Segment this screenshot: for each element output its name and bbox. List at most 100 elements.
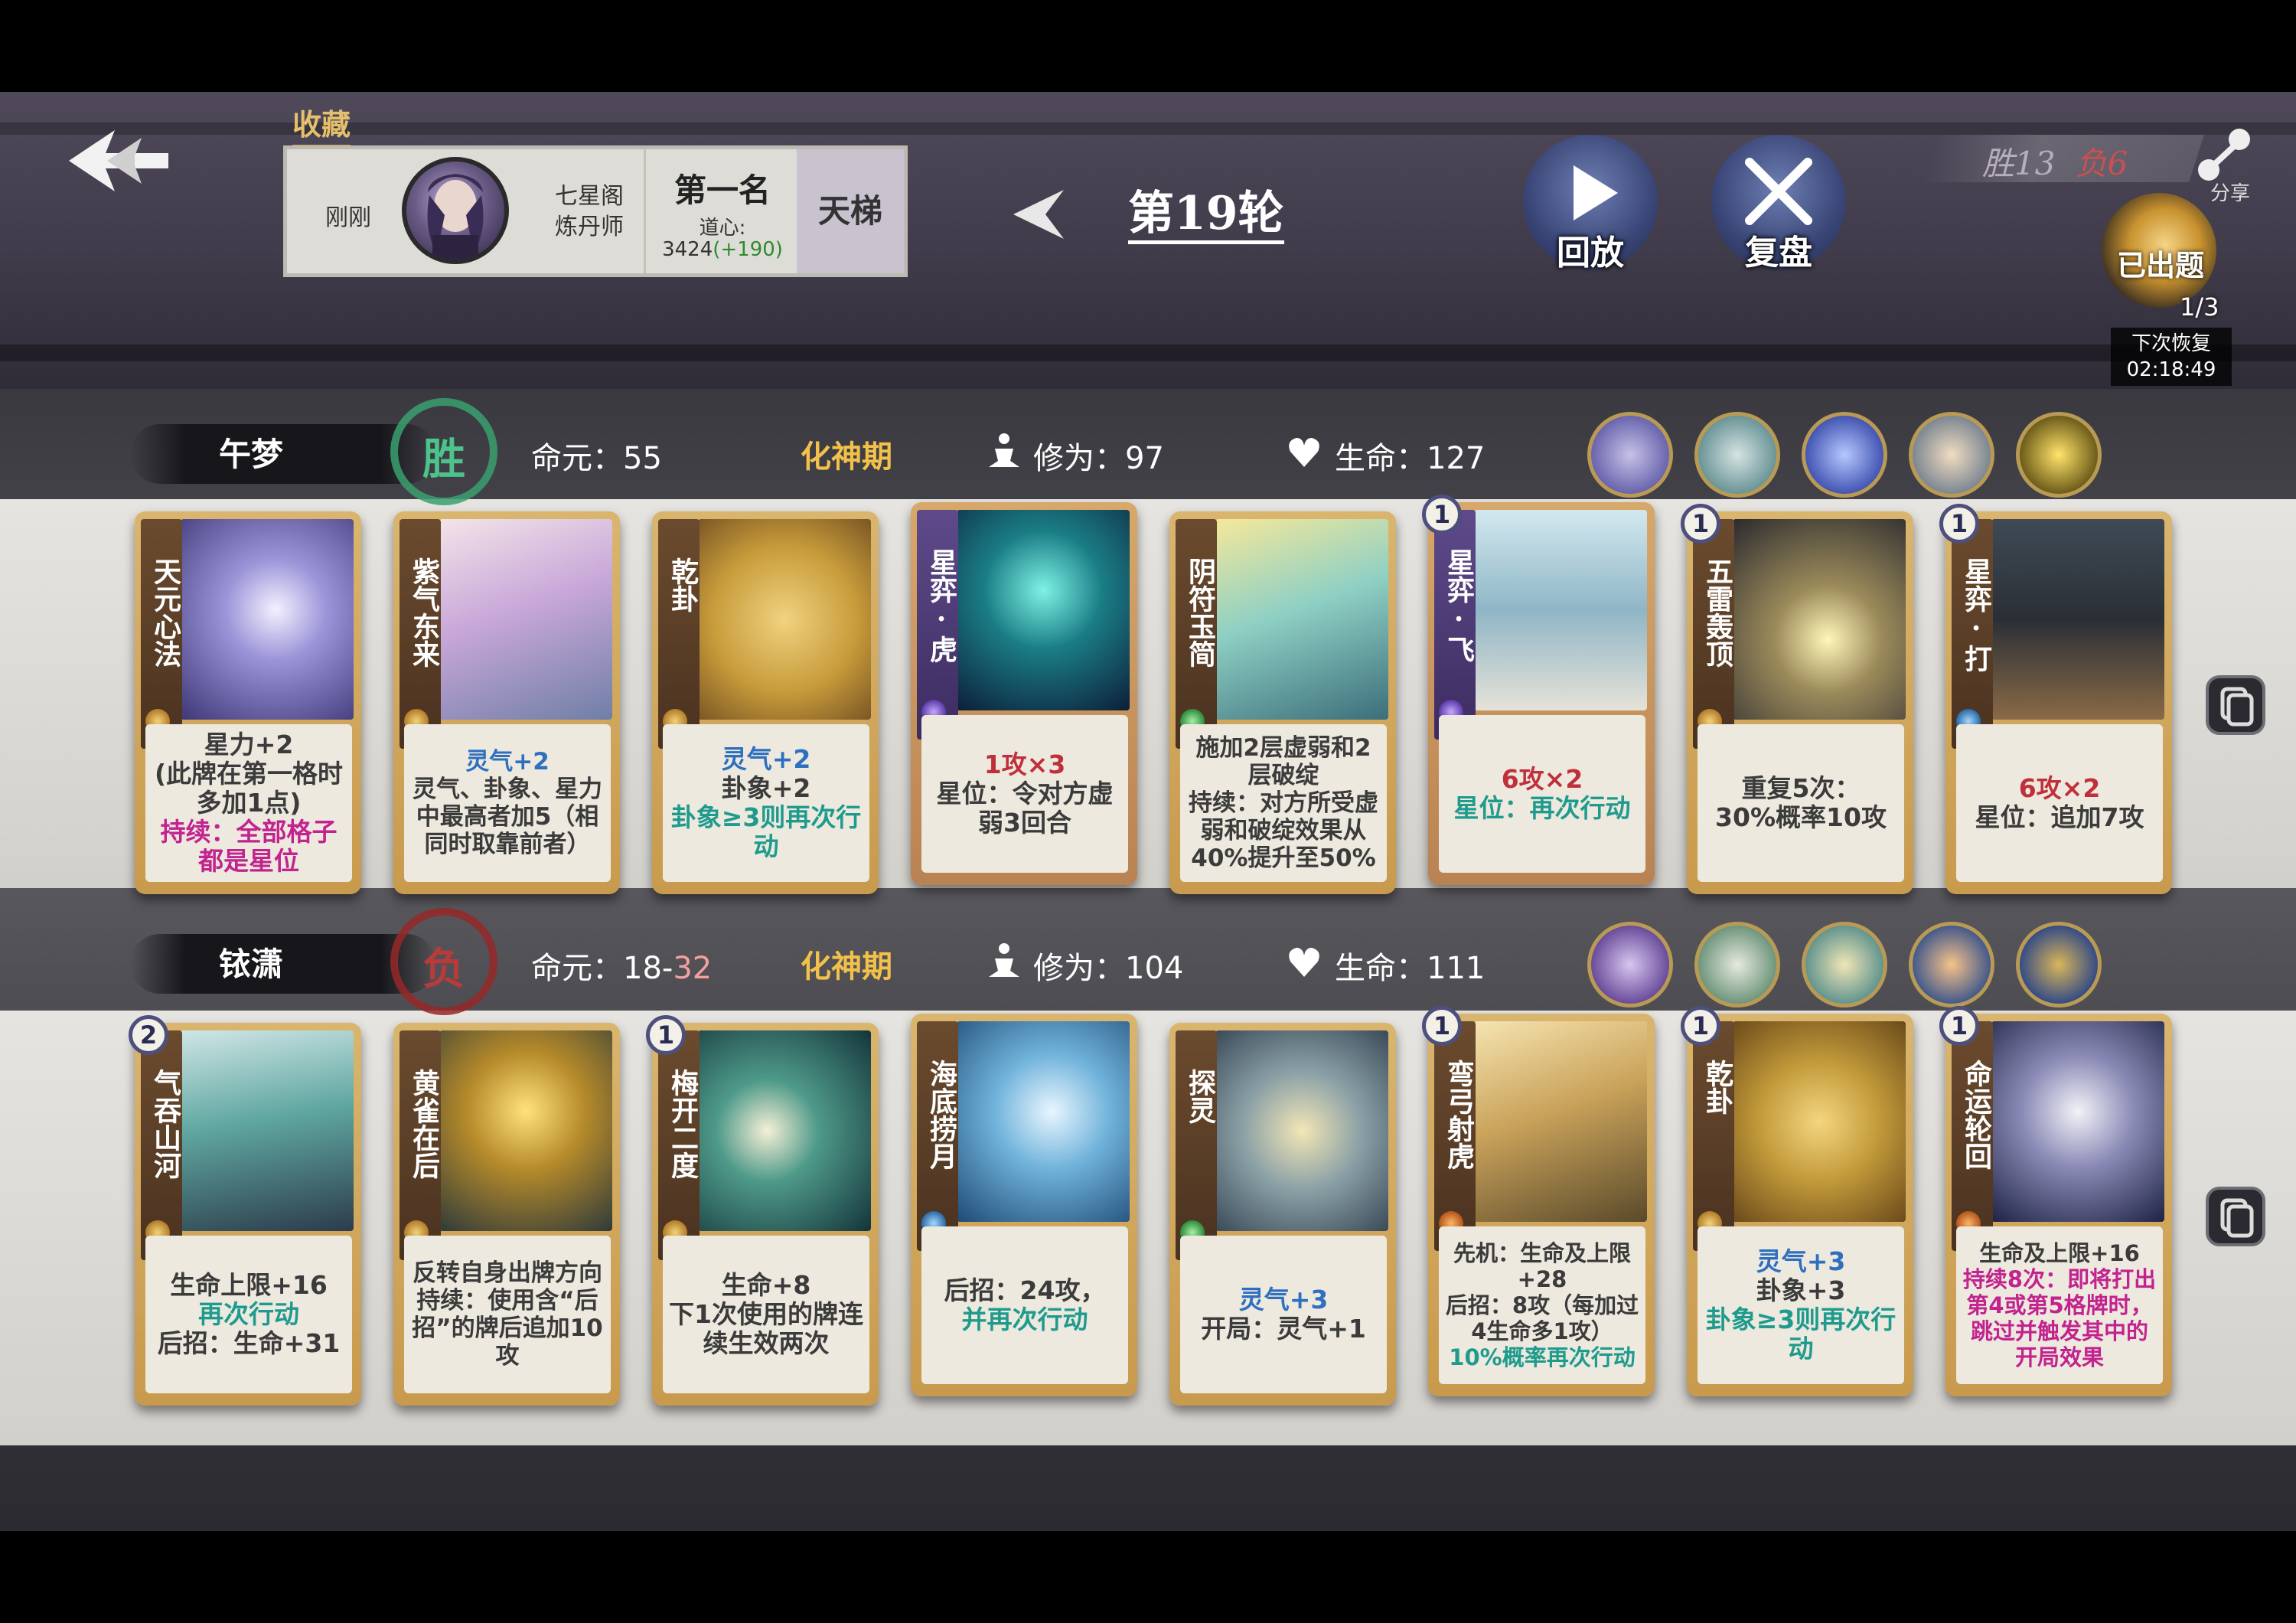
card-desc-line: 灵气+3 bbox=[1238, 1285, 1329, 1314]
card-desc-line: 星位：令对方虚弱3回合 bbox=[936, 779, 1114, 838]
card-desc-line: 施加2层虚弱和2层破绽 bbox=[1195, 734, 1371, 789]
card[interactable]: 紫气东来 灵气+2 灵气、卦象、星力中最高者加5（相同时取靠前者） bbox=[393, 511, 620, 894]
card-name: 天元心法 bbox=[149, 557, 181, 668]
mode-label: 天梯 bbox=[797, 149, 904, 273]
quest-next-label: 下次恢复 bbox=[2131, 332, 2211, 355]
win-loss-record: 胜13 负6 bbox=[1982, 138, 2128, 185]
deck-copy-button[interactable] bbox=[2206, 1187, 2265, 1246]
back-button[interactable] bbox=[61, 122, 176, 199]
card-desc-line: 30%概率10攻 bbox=[1715, 802, 1887, 832]
cultivation-stat: 修为：97 bbox=[1033, 433, 1164, 478]
review-button[interactable]: 复盘 bbox=[1711, 135, 1846, 273]
card-art-mountain-icon bbox=[439, 519, 612, 720]
previous-round-button[interactable] bbox=[1003, 184, 1071, 245]
card-desc-line: 6攻×2 bbox=[2018, 773, 2101, 803]
card-desc-line: 持续：使用含“后招”的牌后追加10攻 bbox=[412, 1287, 603, 1370]
share-label: 分享 bbox=[2210, 182, 2251, 205]
card[interactable]: 星弈·虎 1攻×3 星位：令对方虚弱3回合 bbox=[911, 502, 1137, 885]
hp-value: 127 bbox=[1427, 441, 1486, 476]
card-desc-line: 灵气+3 bbox=[1756, 1246, 1846, 1276]
card-description: 生命上限+16 再次行动 后招：生命+31 bbox=[145, 1236, 352, 1393]
gourd-badge-icon[interactable] bbox=[1587, 922, 1673, 1007]
card[interactable]: 海底捞月 后招：24攻， 并再次行动 bbox=[911, 1014, 1137, 1396]
card-description: 后招：24攻， 并再次行动 bbox=[921, 1226, 1128, 1384]
card[interactable]: 探灵 灵气+3 开局：灵气+1 bbox=[1169, 1023, 1396, 1406]
flag-badge-icon[interactable] bbox=[1694, 412, 1780, 498]
card[interactable]: 阴符玉简 施加2层虚弱和2层破绽 持续：对方所受虚弱和破绽效果从40%提升至50… bbox=[1169, 511, 1396, 894]
card-cost: 1 bbox=[1422, 1006, 1462, 1046]
replay-button[interactable]: 回放 bbox=[1523, 135, 1658, 273]
copy-icon bbox=[2220, 1198, 2254, 1238]
replay-label: 回放 bbox=[1557, 233, 1624, 273]
life-value: 18 bbox=[623, 951, 662, 986]
card[interactable]: 梅开二度 1 生命+8 下1次使用的牌连续生效两次 bbox=[646, 1015, 879, 1406]
card-desc-line: 再次行动 bbox=[198, 1299, 299, 1329]
card-description: 6攻×2 星位：再次行动 bbox=[1439, 715, 1645, 873]
card-description: 生命+8 下1次使用的牌连续生效两次 bbox=[663, 1236, 869, 1393]
card[interactable]: 气吞山河 2 生命上限+16 再次行动 后招：生命+31 bbox=[129, 1015, 361, 1406]
monk-badge-icon[interactable] bbox=[1909, 412, 1994, 498]
card-art-fight-icon bbox=[1991, 519, 2164, 720]
card-desc-line: 灵气、卦象、星力中最高者加5（相同时取靠前者） bbox=[413, 776, 602, 858]
card-description: 灵气+3 开局：灵气+1 bbox=[1180, 1236, 1387, 1393]
card-art-bird-icon bbox=[439, 1030, 612, 1231]
card-desc-line: 生命上限+16 bbox=[170, 1270, 328, 1300]
card-name: 气吞山河 bbox=[149, 1069, 181, 1179]
cultivation-label: 修为： bbox=[1033, 441, 1125, 476]
card-desc-line: 6攻×2 bbox=[1501, 764, 1583, 794]
card[interactable]: 星弈·飞 1 6攻×2 星位：再次行动 bbox=[1422, 495, 1655, 885]
card-cost: 1 bbox=[1939, 504, 1979, 544]
yinyang-badge-icon[interactable] bbox=[2016, 922, 2102, 1007]
card-description: 反转自身出牌方向 持续：使用含“后招”的牌后追加10攻 bbox=[404, 1236, 611, 1393]
scholar-badge-icon[interactable] bbox=[1694, 922, 1780, 1007]
moon-badge-icon[interactable] bbox=[1909, 922, 1994, 1007]
card[interactable]: 黄雀在后 反转自身出牌方向 持续：使用含“后招”的牌后追加10攻 bbox=[393, 1023, 620, 1406]
life-stat: 命元：18-32 bbox=[531, 951, 713, 986]
card-art-tiger-icon bbox=[957, 510, 1130, 710]
card[interactable]: 天元心法 星力+2 (此牌在第一格时多加1点) 持续：全部格子都是星位 bbox=[135, 511, 361, 894]
player-name: 午梦 bbox=[219, 436, 284, 473]
lose-stamp: 负 bbox=[390, 908, 497, 1015]
card-name: 星弈·打 bbox=[1960, 557, 1992, 672]
sage-badge-icon[interactable] bbox=[1802, 922, 1887, 1007]
card-cost: 1 bbox=[1422, 495, 1462, 534]
card[interactable]: 命运轮回 1 生命及上限+16 持续8次：即将打出第4或第5格牌时，跳过并触发其… bbox=[1939, 1006, 2172, 1396]
card-art-spirit-icon bbox=[181, 519, 354, 720]
scroll-badge-icon[interactable] bbox=[1587, 412, 1673, 498]
card-desc-line: 10%概率再次行动 bbox=[1449, 1344, 1636, 1370]
card-desc-line: 持续：对方所受虚弱和破绽效果从40%提升至50% bbox=[1189, 789, 1378, 872]
card[interactable]: 乾卦 1 灵气+3 卦象+3 卦象≥3则再次行动 bbox=[1681, 1006, 1913, 1396]
card-cost: 1 bbox=[1681, 1006, 1720, 1046]
card-description: 施加2层虚弱和2层破绽 持续：对方所受虚弱和破绽效果从40%提升至50% bbox=[1180, 724, 1387, 882]
win-stamp: 胜 bbox=[390, 398, 497, 505]
card-name: 黄雀在后 bbox=[408, 1069, 440, 1179]
lightning-badge-icon[interactable] bbox=[2016, 412, 2102, 498]
deck-copy-button[interactable] bbox=[2206, 675, 2265, 735]
card-description: 先机：生命及上限+28 后招：8攻（每加过4生命多1攻） 10%概率再次行动 bbox=[1439, 1226, 1645, 1384]
card-desc-line: 持续8次：即将打出第4或第5格牌时，跳过并触发其中的开局效果 bbox=[1962, 1266, 2157, 1370]
winner-summary-card[interactable]: 刚刚 七星阁 炼丹师 第一名 道心: 3424(+190) 天梯 bbox=[283, 145, 908, 277]
class-name: 炼丹师 bbox=[555, 214, 624, 240]
card-name: 命运轮回 bbox=[1960, 1060, 1992, 1170]
realm-label: 化神期 bbox=[801, 949, 892, 985]
card-name: 星弈·虎 bbox=[925, 548, 957, 663]
card-name: 弯弓射虎 bbox=[1443, 1060, 1475, 1170]
card-name: 梅开二度 bbox=[667, 1069, 699, 1179]
card-desc-line: 生命及上限+16 bbox=[1979, 1240, 2140, 1266]
hp-value: 111 bbox=[1427, 951, 1486, 986]
collect-button[interactable]: 收藏 bbox=[292, 101, 351, 147]
card[interactable]: 乾卦 灵气+2 卦象+2 卦象≥3则再次行动 bbox=[652, 511, 879, 894]
card[interactable]: 弯弓射虎 1 先机：生命及上限+28 后招：8攻（每加过4生命多1攻） 10%概… bbox=[1422, 1006, 1655, 1396]
quest-title: 已出题 bbox=[2117, 249, 2205, 282]
card-description: 1攻×3 星位：令对方虚弱3回合 bbox=[921, 715, 1128, 873]
card-art-tiger-archer-icon bbox=[1474, 1021, 1647, 1222]
card-name: 五雷轰顶 bbox=[1701, 557, 1733, 668]
card[interactable]: 五雷轰顶 1 重复5次： 30%概率10攻 bbox=[1681, 504, 1913, 894]
card[interactable]: 星弈·打 1 6攻×2 星位：追加7攻 bbox=[1939, 504, 2172, 894]
hp-label: 生命： bbox=[1335, 441, 1427, 476]
card-desc-line: 卦象≥3则再次行动 bbox=[1705, 1305, 1896, 1363]
card-name: 阴符玉简 bbox=[1184, 557, 1216, 668]
spiral-badge-icon[interactable] bbox=[1802, 412, 1887, 498]
round-title: 第19轮 bbox=[1128, 187, 1284, 244]
card-desc-line: 重复5次： bbox=[1741, 773, 1861, 803]
